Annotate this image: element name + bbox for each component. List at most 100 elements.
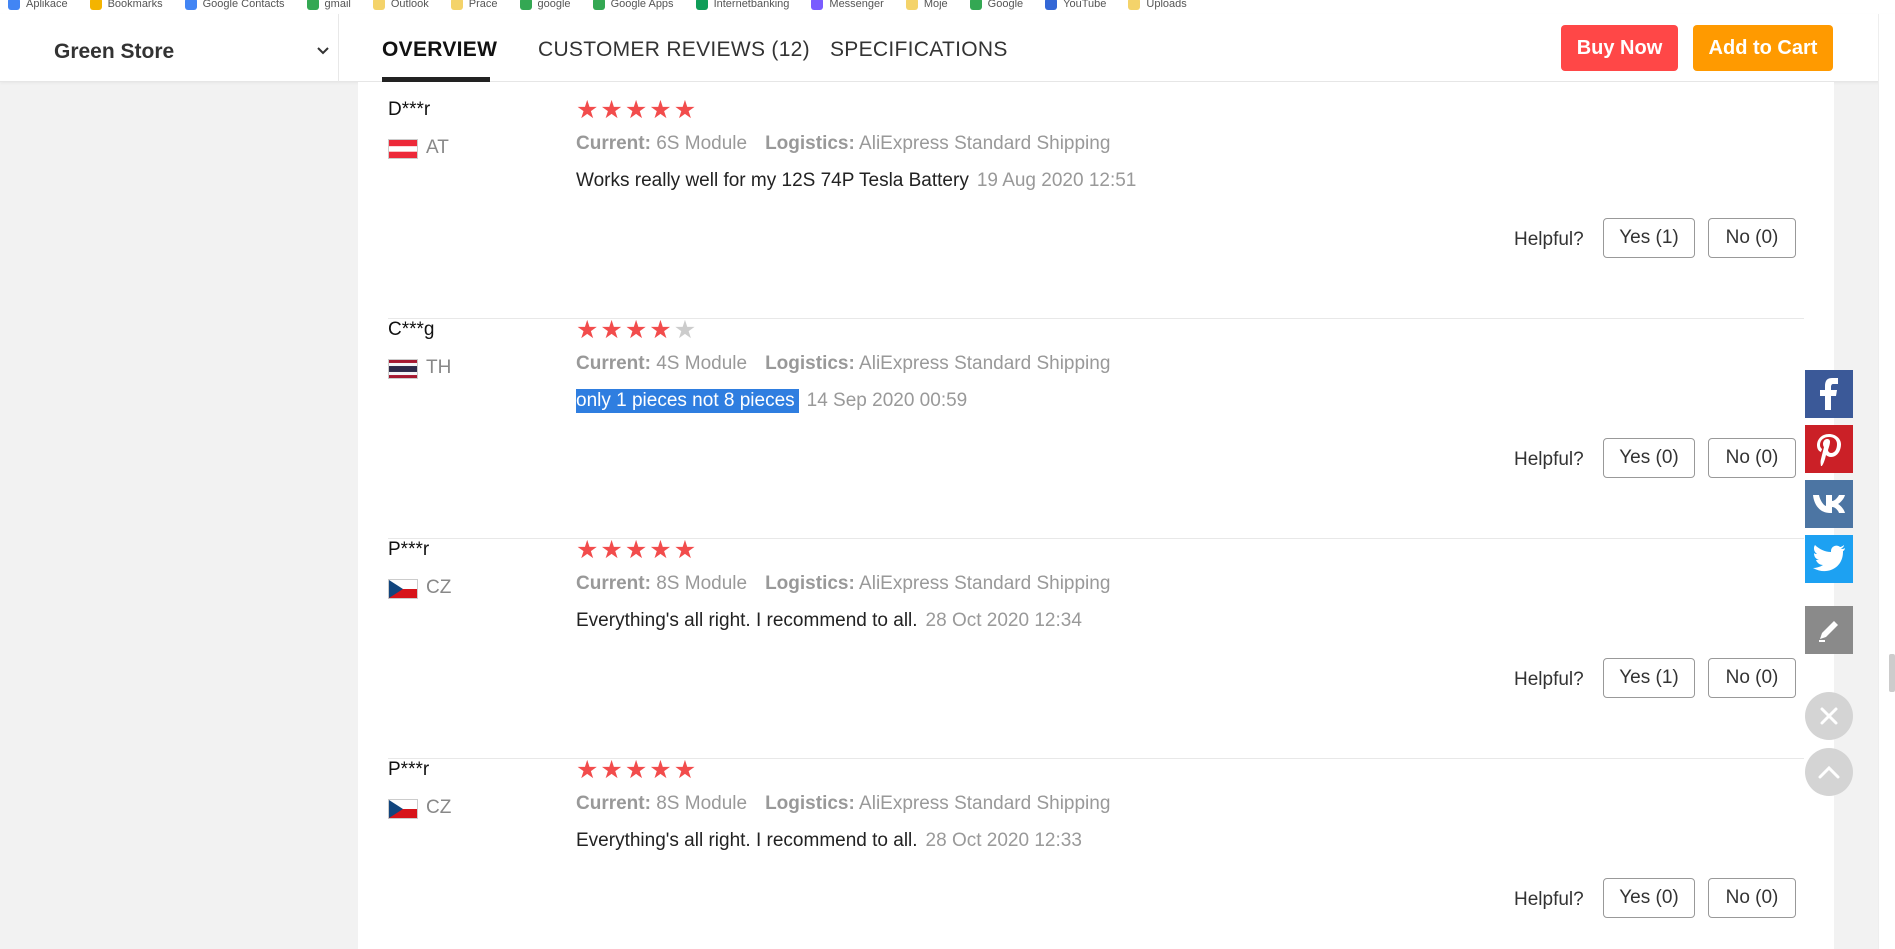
bookmarks-bar: Aplikace Bookmarks Google Contacts gmail…	[0, 0, 1895, 14]
helpful-yes-button[interactable]: Yes (1)	[1603, 658, 1695, 698]
logistics-value: AliExpress Standard Shipping	[859, 133, 1111, 154]
tab-overview[interactable]: OVERVIEW	[382, 38, 497, 62]
star-icon: ★	[576, 96, 599, 124]
review-body-selected: only 1 pieces not 8 pieces	[576, 389, 799, 413]
review-text: only 1 pieces not 8 pieces 14 Sep 2020 00…	[576, 389, 968, 413]
helpful-label: Helpful?	[1514, 669, 1584, 690]
tab-customer-reviews[interactable]: CUSTOMER REVIEWS (12)	[538, 38, 810, 62]
star-icon: ★	[624, 96, 648, 124]
bookmark-item[interactable]: Aplikace	[8, 0, 68, 10]
helpful-yes-button[interactable]: Yes (0)	[1603, 878, 1695, 918]
current-variant: 4S Module	[656, 353, 748, 374]
bookmark-item[interactable]: Google Apps	[592, 0, 674, 10]
star-icon: ★	[576, 756, 599, 784]
bookmark-item[interactable]: Prace	[450, 0, 498, 10]
pinterest-share-button[interactable]	[1805, 425, 1853, 473]
star-icon: ★	[624, 316, 648, 344]
review-date: 14 Sep 2020 00:59	[806, 390, 968, 411]
facebook-share-button[interactable]	[1805, 370, 1853, 418]
star-icon: ★	[600, 756, 623, 784]
review-meta: Current: 6S Module Logistics: AliExpress …	[576, 133, 1110, 155]
bookmark-item[interactable]: Internetbanking	[695, 0, 789, 10]
bookmark-item[interactable]: Google	[969, 0, 1023, 10]
star-empty-icon: ★	[673, 316, 697, 344]
current-variant: 8S Module	[656, 793, 748, 814]
reviewer-name: D***r	[388, 99, 431, 120]
twitter-share-button[interactable]	[1805, 535, 1853, 583]
bookmark-item[interactable]: Messenger	[811, 0, 884, 10]
reviewer-country: CZ	[426, 797, 452, 818]
current-variant: 8S Module	[656, 573, 748, 594]
logistics-value: AliExpress Standard Shipping	[859, 573, 1111, 594]
review-item: P***r CZ ★ ★ ★ ★ ★ Current: 8S Module Logisti…	[388, 756, 1804, 949]
review-meta: Current: 4S Module Logistics: AliExpress …	[576, 353, 1110, 375]
chevron-down-icon[interactable]	[314, 42, 332, 60]
star-icon: ★	[624, 756, 648, 784]
facebook-icon	[1820, 378, 1838, 410]
logistics-value: AliExpress Standard Shipping	[859, 353, 1111, 374]
helpful-no-button[interactable]: No (0)	[1708, 438, 1796, 478]
close-icon	[1820, 707, 1838, 725]
bookmark-item[interactable]: Uploads	[1128, 0, 1187, 10]
current-label: Current:	[576, 793, 651, 814]
logistics-label: Logistics:	[765, 353, 855, 374]
star-icon: ★	[624, 536, 648, 564]
review-body: Everything's all right. I recommend to a…	[576, 610, 918, 631]
review-date: 28 Oct 2020 12:33	[925, 830, 1082, 851]
star-icon: ★	[576, 536, 599, 564]
buy-now-button[interactable]: Buy Now	[1561, 25, 1678, 71]
bookmark-item[interactable]: gmail	[306, 0, 351, 10]
bookmark-item[interactable]: google	[519, 0, 571, 10]
vk-share-button[interactable]	[1805, 480, 1853, 528]
twitter-icon	[1813, 545, 1845, 572]
vk-icon	[1813, 495, 1845, 513]
reviewer-country: CZ	[426, 577, 452, 598]
add-to-cart-button[interactable]: Add to Cart	[1693, 25, 1833, 71]
reviewer-country: TH	[426, 357, 452, 378]
reviewer-name: C***g	[388, 319, 435, 340]
page-scrollbar[interactable]	[1878, 14, 1895, 949]
store-name[interactable]: Green Store	[54, 40, 174, 64]
current-label: Current:	[576, 353, 651, 374]
star-icon: ★	[649, 96, 672, 124]
review-body: Works really well for my 12S 74P Tesla B…	[576, 170, 969, 191]
bookmark-item[interactable]: Outlook	[372, 0, 429, 10]
bookmark-item[interactable]: Bookmarks	[89, 0, 163, 10]
bookmark-item[interactable]: Moje	[905, 0, 948, 10]
review-date: 28 Oct 2020 12:34	[925, 610, 1082, 631]
review-text: Works really well for my 12S 74P Tesla B…	[576, 170, 1136, 192]
scrollbar-thumb[interactable]	[1889, 654, 1895, 692]
helpful-label: Helpful?	[1514, 449, 1584, 470]
helpful-yes-button[interactable]: Yes (1)	[1603, 218, 1695, 258]
helpful-yes-button[interactable]: Yes (0)	[1603, 438, 1695, 478]
review-text: Everything's all right. I recommend to a…	[576, 830, 1082, 852]
helpful-no-button[interactable]: No (0)	[1708, 658, 1796, 698]
pinterest-icon	[1817, 434, 1841, 466]
flag-cz-icon	[388, 799, 418, 819]
reviewer-name: P***r	[388, 539, 430, 560]
flag-at-icon	[388, 139, 418, 159]
current-label: Current:	[576, 133, 651, 154]
star-rating: ★ ★ ★ ★ ★	[576, 316, 697, 344]
helpful-label: Helpful?	[1514, 889, 1584, 910]
back-to-top-button[interactable]	[1805, 748, 1853, 796]
tab-specifications[interactable]: SPECIFICATIONS	[830, 38, 1008, 62]
star-icon: ★	[600, 316, 623, 344]
edit-feedback-button[interactable]	[1805, 606, 1853, 654]
chevron-up-icon	[1818, 765, 1840, 779]
bookmark-item[interactable]: Google Contacts	[184, 0, 285, 10]
star-icon: ★	[649, 536, 672, 564]
close-button[interactable]	[1805, 692, 1853, 740]
star-icon: ★	[673, 756, 697, 784]
bookmark-item[interactable]: YouTube	[1045, 0, 1106, 10]
flag-th-icon	[388, 359, 418, 379]
review-item: P***r CZ ★ ★ ★ ★ ★ Current: 8S Module Logisti…	[388, 536, 1804, 759]
star-icon: ★	[649, 756, 672, 784]
star-icon: ★	[673, 536, 697, 564]
helpful-no-button[interactable]: No (0)	[1708, 878, 1796, 918]
star-rating: ★ ★ ★ ★ ★	[576, 756, 697, 784]
helpful-no-button[interactable]: No (0)	[1708, 218, 1796, 258]
reviewer-country: AT	[426, 137, 449, 158]
review-meta: Current: 8S Module Logistics: AliExpress …	[576, 573, 1110, 595]
logistics-label: Logistics:	[765, 573, 855, 594]
